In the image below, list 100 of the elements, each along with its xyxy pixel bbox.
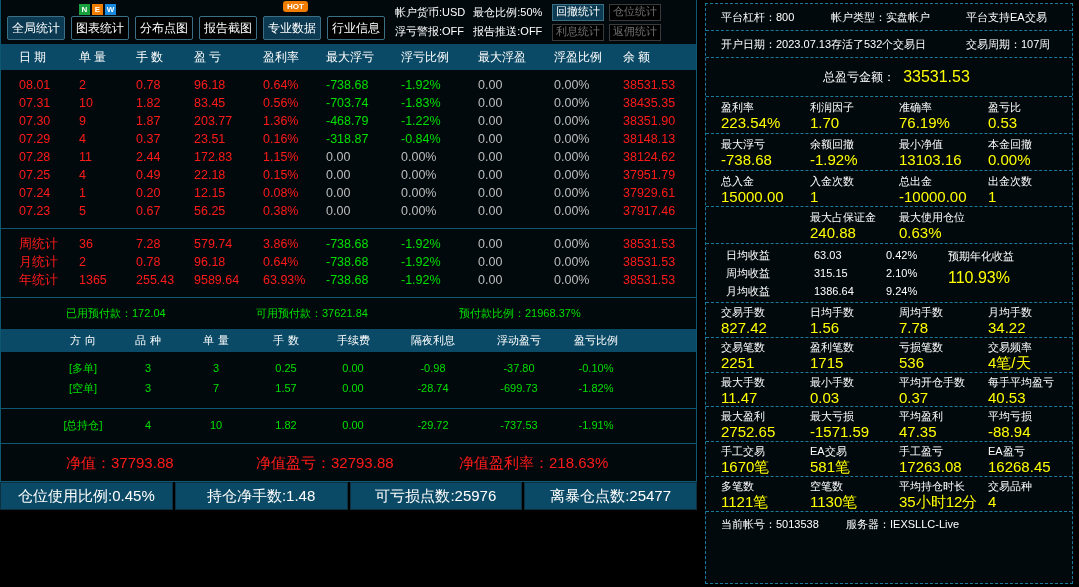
table-cell-text: 37951.79 [623, 168, 677, 182]
table-cell-text: -738.68 [326, 255, 370, 269]
table-cell-text: -703.74 [326, 96, 370, 110]
stat-label: 日均手数 [810, 305, 855, 320]
new-badge-letter: N [79, 4, 90, 15]
table-cell-text: 2.44 [136, 150, 162, 164]
table-cell-text: 579.74 [194, 237, 234, 251]
table-cell-text: 83.45 [194, 96, 227, 110]
table-cell-text: 38531.53 [623, 78, 677, 92]
toolbar-button[interactable]: 分布点图 [135, 16, 193, 40]
income-text: 63.03 [814, 249, 843, 261]
table-cell-text: 3 [143, 382, 153, 394]
table-cell-text: 37929.61 [623, 186, 677, 200]
toolbar-button[interactable]: 全局统计 [7, 16, 65, 40]
toolbar-button[interactable]: 报告截图 [199, 16, 257, 40]
table-cell-text: 4 [79, 168, 87, 182]
income-text: 月均收益 [726, 283, 771, 299]
stat-label: EA交易 [810, 444, 848, 459]
stat-value: 76.19% [899, 115, 951, 131]
table-cell-text: -738.68 [326, 78, 370, 92]
table-cell-text: [总持仓] [62, 417, 104, 433]
stat-value: 223.54% [721, 115, 782, 131]
stat-label: 多笔数 [721, 478, 755, 494]
annual-label: 预期年化收益 [948, 249, 1015, 264]
table-cell-text: 0.00% [554, 78, 591, 92]
table-cell-text: 0.00 [478, 132, 504, 146]
info-text: 浮亏警报:OFF [395, 24, 466, 39]
table-cell-text: -1.92% [401, 78, 442, 92]
stat-value: 1670笔 [721, 459, 771, 475]
table-cell-text: 3 [211, 362, 221, 374]
table-cell-text: 1.15% [263, 150, 300, 164]
stat-label: 交易笔数 [721, 339, 766, 355]
table-cell-text: 0.00% [554, 186, 591, 200]
table-cell-text: 0.00 [478, 255, 504, 269]
table-cell-text: 0.00% [554, 114, 591, 128]
table-cell-text: 年统计 [19, 271, 59, 289]
table-cell-text: -0.84% [401, 132, 442, 146]
table-cell-text: 0.00% [554, 255, 591, 269]
table-cell-text: 0.00% [554, 168, 591, 182]
table-cell-text: 0.00% [401, 204, 438, 218]
stat-value: 15000.00 [721, 188, 785, 205]
stat-label: 空笔数 [810, 478, 844, 494]
column-header: 日 期 [19, 48, 48, 66]
table-cell-text: 1365 [79, 273, 108, 287]
table-cell-text: -0.10% [577, 362, 615, 374]
table-cell-text: 1.57 [274, 382, 298, 394]
stat-label: EA盈亏 [988, 444, 1026, 459]
table-cell-text: 0.00 [341, 382, 365, 394]
column-header: 单 量 [79, 48, 108, 66]
column-header: 品 种 [134, 333, 162, 348]
annual-value: 110.93% [948, 270, 1011, 287]
table-cell-text: 38124.62 [623, 150, 677, 164]
stat-value: 4 [988, 493, 998, 510]
footer-text: 服务器：IEXSLLC-Live [846, 517, 961, 532]
table-cell-text: 38531.53 [623, 255, 677, 269]
toolbar-button[interactable]: 行业信息 [327, 16, 385, 40]
account-info-text: 帐户类型：实盘帐户 [831, 9, 931, 25]
account-info-text: 平台杠杆：800 [721, 9, 796, 25]
income-text: 2.10% [886, 267, 919, 279]
column-header: 方 向 [69, 333, 97, 348]
stat-value: 1121笔 [721, 493, 770, 510]
table-cell-text: -0.98 [419, 362, 447, 374]
stats-button[interactable]: 回撤统计 [552, 3, 605, 21]
table-cell-text: 0.00% [401, 168, 438, 182]
table-cell-text: 0.00% [401, 150, 438, 164]
table-cell-text: 2 [79, 255, 87, 269]
table-cell-text: 0.00 [341, 362, 365, 374]
stat-label: 手工交易 [721, 444, 766, 459]
table-cell-text: 10 [208, 419, 224, 431]
toolbar-button[interactable]: 专业数据 [263, 16, 321, 40]
table-cell-text: 0.00% [554, 132, 591, 146]
table-cell-text: 56.25 [194, 204, 227, 218]
table-cell-text: -1.22% [401, 114, 442, 128]
table-cell-text: 周统计 [19, 235, 59, 253]
stat-label: 最小净值 [899, 136, 944, 152]
stat-value: -88.94 [988, 424, 1032, 440]
table-cell-text: 0.64% [263, 255, 300, 269]
table-cell-text: 3 [143, 362, 153, 374]
toolbar-button[interactable]: 图表统计 [71, 16, 129, 40]
column-header: 最大浮盈 [478, 48, 527, 66]
stat-value: 1715 [810, 354, 845, 371]
table-cell-text: 0.00 [478, 186, 504, 200]
table-cell-text: 37917.46 [623, 204, 677, 218]
stat-value: 0.03 [810, 389, 841, 406]
stat-value: -1.92% [810, 151, 859, 168]
stat-label: 交易品种 [988, 478, 1033, 494]
stat-value: 13103.16 [899, 151, 963, 168]
stat-value: 1 [810, 188, 820, 205]
column-header: 盈 亏 [194, 48, 223, 66]
table-cell-text: 0.00 [478, 114, 504, 128]
table-cell-text: 1.82 [136, 96, 162, 110]
stat-value: 1130笔 [810, 493, 859, 510]
stat-value: -1571.59 [810, 424, 871, 440]
stat-label: 利润因子 [810, 100, 855, 115]
stat-value: 16268.45 [988, 459, 1052, 475]
prepay-text: 预付款比例：21968.37% [459, 306, 582, 321]
net-value-text: 净值盈利率：218.63% [459, 454, 610, 473]
stat-label: 入金次数 [810, 173, 855, 189]
status-field: 离暴仓点数:25477 [524, 482, 697, 510]
table-cell-text: 38531.53 [623, 237, 677, 251]
